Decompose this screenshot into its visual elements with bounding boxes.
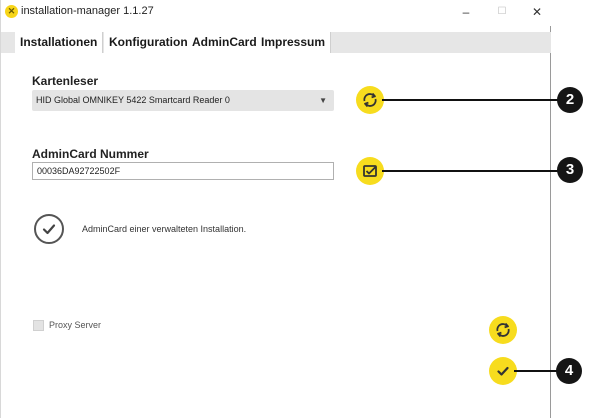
callout-line (382, 170, 558, 172)
tab-installationen[interactable]: Installationen (15, 32, 104, 53)
callout-line (514, 370, 558, 372)
check-icon (497, 366, 509, 376)
admincard-number-label: AdminCard Nummer (32, 147, 149, 161)
refresh-button[interactable] (489, 316, 517, 344)
read-card-button[interactable] (356, 157, 384, 185)
card-reader-selected-value: HID Global OMNIKEY 5422 Smartcard Reader… (36, 95, 230, 105)
tab-admincard[interactable]: AdminCard (187, 32, 262, 53)
callout-badge: 3 (557, 157, 583, 183)
proxy-server-label: Proxy Server (49, 320, 102, 330)
window-title: installation-manager 1.1.27 (21, 5, 154, 17)
maximize-button[interactable]: ☐ (487, 2, 517, 22)
kartenleser-label: Kartenleser (32, 74, 99, 88)
tab-konfiguration[interactable]: Konfiguration (104, 32, 193, 53)
proxy-server-checkbox[interactable] (33, 320, 44, 331)
refresh-reader-button[interactable] (356, 86, 384, 114)
card-read-icon (363, 165, 377, 177)
card-reader-select[interactable]: HID Global OMNIKEY 5422 Smartcard Reader… (32, 90, 334, 111)
minimize-button[interactable]: – (451, 2, 481, 22)
admincard-number-field[interactable]: 00036DA92722502F (32, 162, 334, 180)
status-check-circle (34, 214, 64, 244)
title-bar: ✕ installation-manager 1.1.27 – ☐ ✕ (1, 0, 552, 26)
tab-bar: Installationen Konfiguration AdminCard I… (1, 32, 551, 53)
app-icon: ✕ (5, 5, 18, 18)
refresh-icon (363, 92, 377, 108)
confirm-button[interactable] (489, 357, 517, 385)
status-message: AdminCard einer verwalteten Installation… (82, 224, 247, 234)
app-window: ✕ installation-manager 1.1.27 – ☐ ✕ Inst… (0, 0, 583, 418)
callout-line (382, 99, 558, 101)
chevron-down-icon: ▼ (319, 96, 327, 105)
tab-impressum[interactable]: Impressum (256, 32, 332, 53)
refresh-icon (496, 322, 510, 338)
callout-badge: 4 (556, 358, 582, 384)
check-icon (42, 224, 56, 235)
callout-badge: 2 (557, 87, 583, 113)
close-button[interactable]: ✕ (522, 2, 552, 22)
